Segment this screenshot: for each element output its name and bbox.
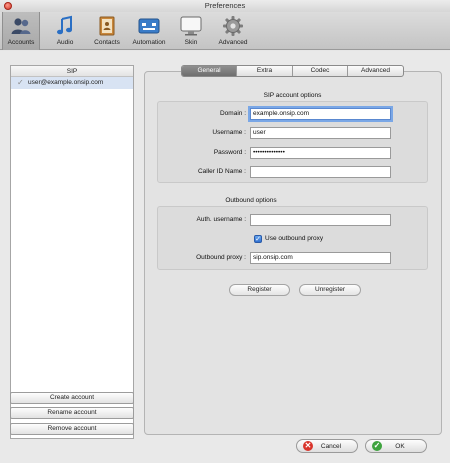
gear-icon (223, 16, 243, 36)
tab-extra[interactable]: Extra (237, 66, 293, 76)
domain-label: Domain : (219, 110, 246, 117)
accounts-icon (11, 18, 31, 34)
toolbar-contacts-label: Contacts (94, 39, 120, 46)
register-button[interactable]: Register (229, 284, 290, 296)
display-icon (180, 16, 202, 36)
unregister-button[interactable]: Unregister (299, 284, 361, 296)
use-outbound-proxy-label: Use outbound proxy (265, 235, 324, 242)
caller-id-label: Caller ID Name : (197, 168, 246, 175)
title-bar: Preferences (0, 0, 450, 12)
use-outbound-proxy-checkbox[interactable]: ✓ (254, 235, 262, 243)
outbound-proxy-field[interactable]: sip.onsip.com (250, 252, 391, 264)
password-field[interactable]: •••••••••••••• (250, 147, 391, 159)
toolbar-advanced[interactable]: Advanced (214, 12, 252, 50)
tab-advanced[interactable]: Advanced (348, 66, 403, 76)
username-label: Username : (212, 129, 246, 136)
account-row[interactable]: ✓ user@example.onsip.com (11, 77, 133, 89)
preferences-toolbar: Accounts Audio Contacts Automation Skin (0, 12, 450, 50)
toolbar-skin-label: Skin (184, 39, 198, 46)
music-note-icon (57, 15, 72, 35)
ok-button[interactable]: ✓ OK (365, 439, 427, 453)
tab-codec[interactable]: Codec (293, 66, 348, 76)
caller-id-field[interactable] (250, 166, 391, 178)
account-list-header: SIP (11, 66, 133, 77)
toolbar-accounts[interactable]: Accounts (2, 12, 40, 50)
toolbar-audio[interactable]: Audio (46, 12, 84, 50)
remove-account-button[interactable]: Remove account (10, 423, 134, 435)
toolbar-contacts[interactable]: Contacts (88, 12, 126, 50)
toolbar-skin[interactable]: Skin (172, 12, 210, 50)
toolbar-automation[interactable]: Automation (130, 12, 168, 50)
checkmark-icon[interactable]: ✓ (17, 77, 24, 89)
tab-general[interactable]: General (182, 66, 237, 76)
toolbar-accounts-label: Accounts (7, 39, 35, 46)
outbound-options-title: Outbound options (225, 197, 277, 204)
cancel-button[interactable]: ✕ Cancel (296, 439, 358, 453)
account-name: user@example.onsip.com (28, 79, 104, 86)
toolbar-advanced-label: Advanced (218, 39, 248, 46)
account-list[interactable]: SIP ✓ user@example.onsip.com (10, 65, 134, 439)
rename-account-button[interactable]: Rename account (10, 407, 134, 419)
preferences-content: SIP ✓ user@example.onsip.com Create acco… (0, 51, 450, 463)
window-title: Preferences (204, 1, 246, 10)
close-window-button[interactable] (4, 2, 12, 10)
settings-tabs: General Extra Codec Advanced (181, 65, 404, 77)
automation-icon (138, 18, 160, 34)
auth-username-field[interactable] (250, 214, 391, 226)
outbound-proxy-label: Outbound proxy : (196, 254, 246, 261)
create-account-button[interactable]: Create account (10, 392, 134, 404)
toolbar-audio-label: Audio (56, 39, 74, 46)
password-label: Password : (213, 149, 246, 156)
toolbar-automation-label: Automation (132, 39, 166, 46)
ok-label: OK (395, 443, 405, 450)
auth-username-label: Auth. username : (196, 216, 247, 223)
address-book-icon (99, 16, 115, 36)
sip-options-title: SIP account options (263, 92, 322, 99)
username-field[interactable]: user (250, 127, 391, 139)
cancel-label: Cancel (320, 443, 342, 450)
domain-field[interactable]: example.onsip.com (250, 108, 391, 120)
